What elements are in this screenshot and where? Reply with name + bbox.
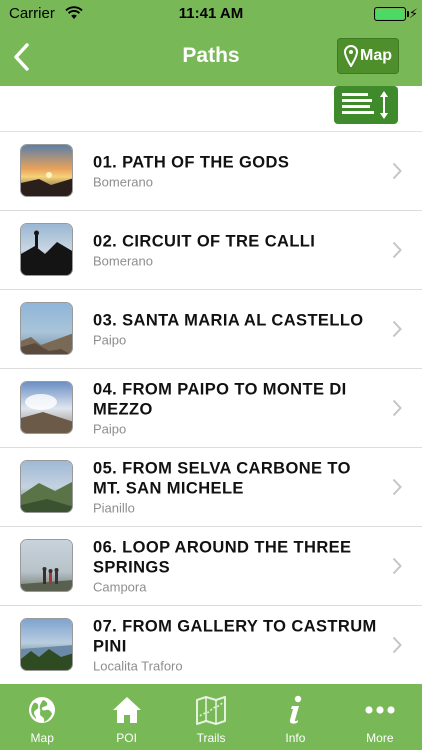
tab-label: Trails	[196, 731, 226, 745]
path-name: 02. CIRCUIT OF TRE CALLI	[93, 232, 316, 251]
path-text: 06. LOOP AROUND THE THREE SPRINGS Campor…	[93, 538, 378, 595]
home-icon	[112, 697, 141, 723]
path-place: Paipo	[93, 421, 127, 437]
tab-poi[interactable]: POI	[84, 684, 168, 750]
tab-label: More	[366, 731, 394, 745]
path-name: 03. SANTA MARIA AL CASTELLO	[93, 311, 364, 330]
more-dots-icon	[365, 706, 395, 714]
path-name: 06. LOOP AROUND THE THREE SPRINGS	[93, 538, 352, 577]
path-name: 07. FROM GALLERY TO CASTRUM PINI	[93, 617, 377, 656]
navigation-bar: Paths Map	[0, 28, 422, 86]
path-text: 02. CIRCUIT OF TRE CALLI Bomerano	[93, 232, 378, 269]
path-name: 04. FROM PAIPO TO MONTE DI MEZZO	[93, 380, 347, 419]
path-text: 04. FROM PAIPO TO MONTE DI MEZZO Paipo	[93, 380, 378, 437]
path-place: Paipo	[93, 332, 127, 348]
path-thumbnail	[20, 539, 73, 592]
path-row[interactable]: 05. FROM SELVA CARBONE TO MT. SAN MICHEL…	[0, 448, 422, 527]
path-text: 03. SANTA MARIA AL CASTELLO Paipo	[93, 311, 378, 348]
path-thumbnail	[20, 302, 73, 355]
path-row[interactable]: 04. FROM PAIPO TO MONTE DI MEZZO Paipo	[0, 369, 422, 448]
path-row[interactable]: 03. SANTA MARIA AL CASTELLO Paipo	[0, 290, 422, 369]
location-pin-icon	[344, 45, 358, 67]
path-text: 01. PATH OF THE GODS Bomerano	[93, 153, 378, 190]
path-name: 01. PATH OF THE GODS	[93, 153, 290, 172]
path-thumbnail	[20, 144, 73, 197]
chevron-right-icon	[392, 162, 402, 180]
status-bar: Carrier 11:41 AM ⚡	[0, 0, 422, 28]
tab-bar: Map POI Trails Info More	[0, 684, 422, 750]
folded-map-icon	[196, 696, 227, 725]
chevron-right-icon	[392, 557, 402, 575]
path-name: 05. FROM SELVA CARBONE TO MT. SAN MICHEL…	[93, 459, 351, 498]
path-row[interactable]: 06. LOOP AROUND THE THREE SPRINGS Campor…	[0, 527, 422, 606]
tab-label: Info	[285, 731, 306, 745]
globe-icon	[29, 697, 56, 723]
map-button[interactable]: Map	[337, 38, 399, 74]
info-icon	[290, 695, 302, 724]
path-row[interactable]: 01. PATH OF THE GODS Bomerano	[0, 132, 422, 211]
path-place: Localita Traforo	[93, 658, 183, 674]
sort-button[interactable]	[334, 86, 398, 124]
path-row[interactable]: 02. CIRCUIT OF TRE CALLI Bomerano	[0, 211, 422, 290]
paths-list: 01. PATH OF THE GODS Bomerano 02. CIRCUI…	[0, 132, 422, 685]
path-place: Bomerano	[93, 253, 153, 269]
path-row[interactable]: 07. FROM GALLERY TO CASTRUM PINI Localit…	[0, 606, 422, 685]
chevron-right-icon	[392, 399, 402, 417]
list-toolbar	[0, 86, 422, 132]
map-button-label: Map	[360, 47, 392, 64]
path-thumbnail	[20, 618, 73, 671]
path-thumbnail	[20, 223, 73, 276]
path-thumbnail	[20, 460, 73, 513]
chevron-right-icon	[392, 320, 402, 338]
tab-label: POI	[116, 731, 137, 745]
path-place: Pianillo	[93, 500, 135, 516]
tab-info[interactable]: Info	[253, 684, 337, 750]
battery-icon	[374, 7, 406, 21]
status-time: 11:41 AM	[178, 5, 244, 22]
path-thumbnail	[20, 381, 73, 434]
tab-more[interactable]: More	[338, 684, 422, 750]
path-place: Bomerano	[93, 174, 153, 190]
path-text: 07. FROM GALLERY TO CASTRUM PINI Localit…	[93, 617, 378, 674]
chevron-right-icon	[392, 478, 402, 496]
chevron-right-icon	[392, 241, 402, 259]
tab-map[interactable]: Map	[0, 684, 84, 750]
charging-bolt-icon: ⚡	[408, 6, 418, 21]
path-text: 05. FROM SELVA CARBONE TO MT. SAN MICHEL…	[93, 459, 378, 516]
path-place: Campora	[93, 579, 147, 595]
tab-label: Map	[30, 731, 54, 745]
chevron-right-icon	[392, 636, 402, 654]
battery-level-fill	[376, 9, 404, 19]
tab-trails[interactable]: Trails	[169, 684, 253, 750]
sort-list-icon	[342, 91, 388, 119]
